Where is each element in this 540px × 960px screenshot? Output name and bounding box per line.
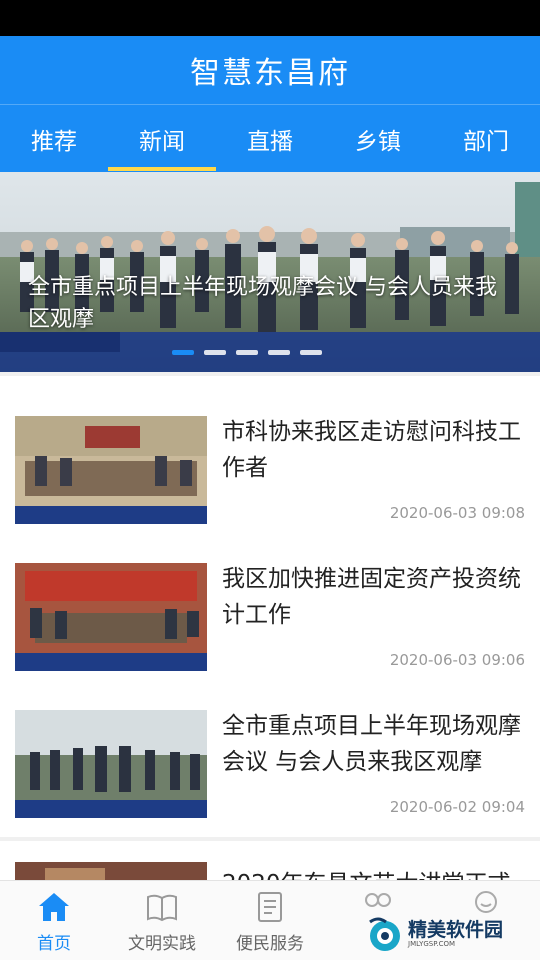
news-title: 我区加快推进固定资产投资统计工作 <box>222 566 521 628</box>
list-divider <box>0 837 540 841</box>
app-header: 智慧东昌府 <box>0 36 540 104</box>
news-thumbnail <box>15 416 207 524</box>
status-bar <box>0 0 540 36</box>
tab-label: 推荐 <box>31 129 77 155</box>
news-thumbnail <box>15 563 207 671</box>
tab-label: 部门 <box>463 129 509 155</box>
news-list-item[interactable]: 我区加快推进固定资产投资统计工作 2020-06-03 09:06 <box>0 527 540 672</box>
news-list-item[interactable]: 全市重点项目上半年现场观摩会议 与会人员来我区观摩 2020-06-02 09:… <box>0 674 540 819</box>
home-icon <box>39 892 69 921</box>
tab-towns[interactable]: 乡镇 <box>324 105 432 173</box>
tab-label: 乡镇 <box>355 129 401 155</box>
carousel-dot[interactable] <box>236 350 258 355</box>
nav-home[interactable]: 首页 <box>0 881 108 960</box>
nav-convenience-services[interactable]: 便民服务 <box>216 881 324 960</box>
watermark-url: JMLYGSP.COM <box>408 940 456 948</box>
news-title: 市科协来我区走访慰问科技工作者 <box>222 419 521 481</box>
tab-label: 新闻 <box>139 129 185 155</box>
carousel-dot[interactable] <box>204 350 226 355</box>
document-icon <box>258 891 282 922</box>
tab-live[interactable]: 直播 <box>216 105 324 173</box>
carousel-dot[interactable] <box>172 350 194 355</box>
news-title: 全市重点项目上半年现场观摩会议 与会人员来我区观摩 <box>222 713 521 775</box>
tab-recommend[interactable]: 推荐 <box>0 105 108 173</box>
carousel-indicator <box>172 350 322 355</box>
tab-departments[interactable]: 部门 <box>432 105 540 173</box>
watermark-icon <box>369 917 400 951</box>
news-date: 2020-06-03 09:08 <box>389 504 525 522</box>
app-title: 智慧东昌府 <box>190 56 350 91</box>
news-thumbnail <box>15 710 207 818</box>
carousel-dot[interactable] <box>268 350 290 355</box>
watermark-logo: 精美软件园 JMLYGSP.COM <box>366 912 516 956</box>
news-date: 2020-06-02 09:04 <box>389 798 525 816</box>
nav-label: 便民服务 <box>236 933 304 954</box>
tab-label: 直播 <box>247 129 293 155</box>
section-divider <box>0 372 540 376</box>
nav-label: 首页 <box>37 933 71 954</box>
news-date: 2020-06-03 09:06 <box>389 651 525 669</box>
carousel-dot[interactable] <box>300 350 322 355</box>
news-list-item[interactable]: 市科协来我区走访慰问科技工作者 2020-06-03 09:08 <box>0 380 540 525</box>
banner-carousel[interactable]: 全市重点项目上半年现场观摩会议 与会人员来我区观摩 <box>0 172 540 372</box>
tab-news[interactable]: 新闻 <box>108 105 216 173</box>
book-icon <box>147 894 177 921</box>
banner-title: 全市重点项目上半年现场观摩会议 与会人员来我区观摩 <box>28 275 497 332</box>
nav-label: 文明实践 <box>128 933 196 954</box>
nav-civilization-practice[interactable]: 文明实践 <box>108 881 216 960</box>
watermark-name: 精美软件园 <box>408 919 504 941</box>
category-tab-bar: 推荐 新闻 直播 乡镇 部门 <box>0 104 540 172</box>
